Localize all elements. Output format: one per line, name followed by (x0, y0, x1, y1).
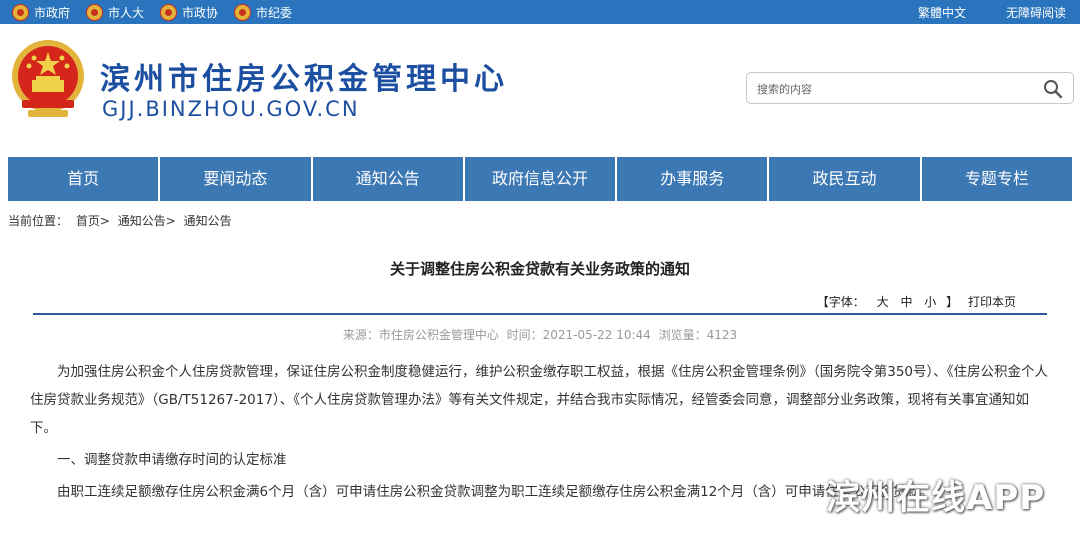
gov-link-label: 市政协 (182, 5, 219, 20)
font-size-bar: 【字体： 大 中 小 】 打印本页 (811, 293, 1016, 310)
national-emblem-icon (12, 3, 29, 21)
font-bar-open: 【字体： (816, 295, 865, 309)
nav-item-services[interactable]: 办事服务 (617, 157, 770, 201)
site-title: 滨州市住房公积金管理中心 (100, 62, 508, 97)
nav-item-interaction[interactable]: 政民互动 (769, 157, 922, 201)
gov-link-discipline-commission[interactable]: 市纪委 (234, 3, 293, 21)
breadcrumb-item-notices[interactable]: 通知公告> (118, 214, 176, 228)
font-size-small-button[interactable]: 小 (924, 295, 936, 309)
breadcrumb-item-home[interactable]: 首页> (76, 214, 110, 228)
search-input[interactable] (757, 79, 1027, 99)
national-emblem-logo (12, 40, 84, 117)
nav-item-special-topics[interactable]: 专题专栏 (922, 157, 1072, 201)
font-size-medium-button[interactable]: 中 (900, 295, 912, 309)
nav-item-info-disclosure[interactable]: 政府信息公开 (465, 157, 618, 201)
breadcrumb-label: 当前位置： (8, 214, 69, 228)
gov-links: 市政府 市人大 市政协 市纪委 (12, 0, 308, 24)
font-size-large-button[interactable]: 大 (877, 295, 889, 309)
traditional-chinese-link[interactable]: 繁體中文 (918, 4, 966, 21)
article-paragraph: 为加强住房公积金个人住房贷款管理，保证住房公积金制度稳健运行，维护公积金缴存职工… (30, 364, 1049, 436)
app-watermark: 滨州在线APP (826, 478, 1046, 518)
gov-link-peoples-congress[interactable]: 市人大 (86, 3, 145, 21)
accessible-reading-link[interactable]: 无障碍阅读 (1006, 4, 1066, 21)
article-source: 来源：市住房公积金管理中心 (342, 328, 499, 342)
nav-item-news[interactable]: 要闻动态 (160, 157, 313, 201)
gov-link-city-government[interactable]: 市政府 (12, 3, 71, 21)
national-emblem-icon (160, 3, 178, 21)
title-divider (33, 313, 1047, 315)
gov-link-label: 市政府 (34, 5, 71, 20)
party-emblem-icon (234, 3, 252, 21)
search-icon[interactable] (1043, 79, 1063, 99)
breadcrumb-item-current[interactable]: 通知公告 (184, 214, 232, 228)
national-emblem-icon (86, 3, 104, 21)
main-nav: 首页 要闻动态 通知公告 政府信息公开 办事服务 政民互动 专题专栏 (8, 157, 1072, 201)
article-views: 浏览量：4123 (658, 328, 738, 342)
nav-item-notices[interactable]: 通知公告 (313, 157, 465, 201)
site-domain: GJJ.BINZHOU.GOV.CN (102, 97, 360, 121)
article-time: 时间：2021-05-22 10:44 (506, 328, 651, 342)
gov-link-cppcc[interactable]: 市政协 (160, 3, 219, 21)
topbar-right: 繁體中文 无障碍阅读 (878, 0, 1066, 24)
nav-item-home[interactable]: 首页 (8, 157, 161, 201)
font-bar-close: 】 (946, 295, 959, 309)
breadcrumb: 当前位置： 首页> 通知公告> 通知公告 (8, 212, 236, 229)
article-meta: 来源：市住房公积金管理中心 时间：2021-05-22 10:44 浏览量：41… (0, 326, 1080, 343)
gov-link-label: 市纪委 (256, 5, 293, 20)
top-bar: 市政府 市人大 市政协 市纪委 繁體中文 无障碍阅读 (0, 0, 1080, 24)
article-title: 关于调整住房公积金贷款有关业务政策的通知 (389, 260, 690, 278)
search-box (746, 72, 1074, 104)
print-page-button[interactable]: 打印本页 (968, 295, 1016, 309)
gov-link-label: 市人大 (108, 5, 145, 20)
